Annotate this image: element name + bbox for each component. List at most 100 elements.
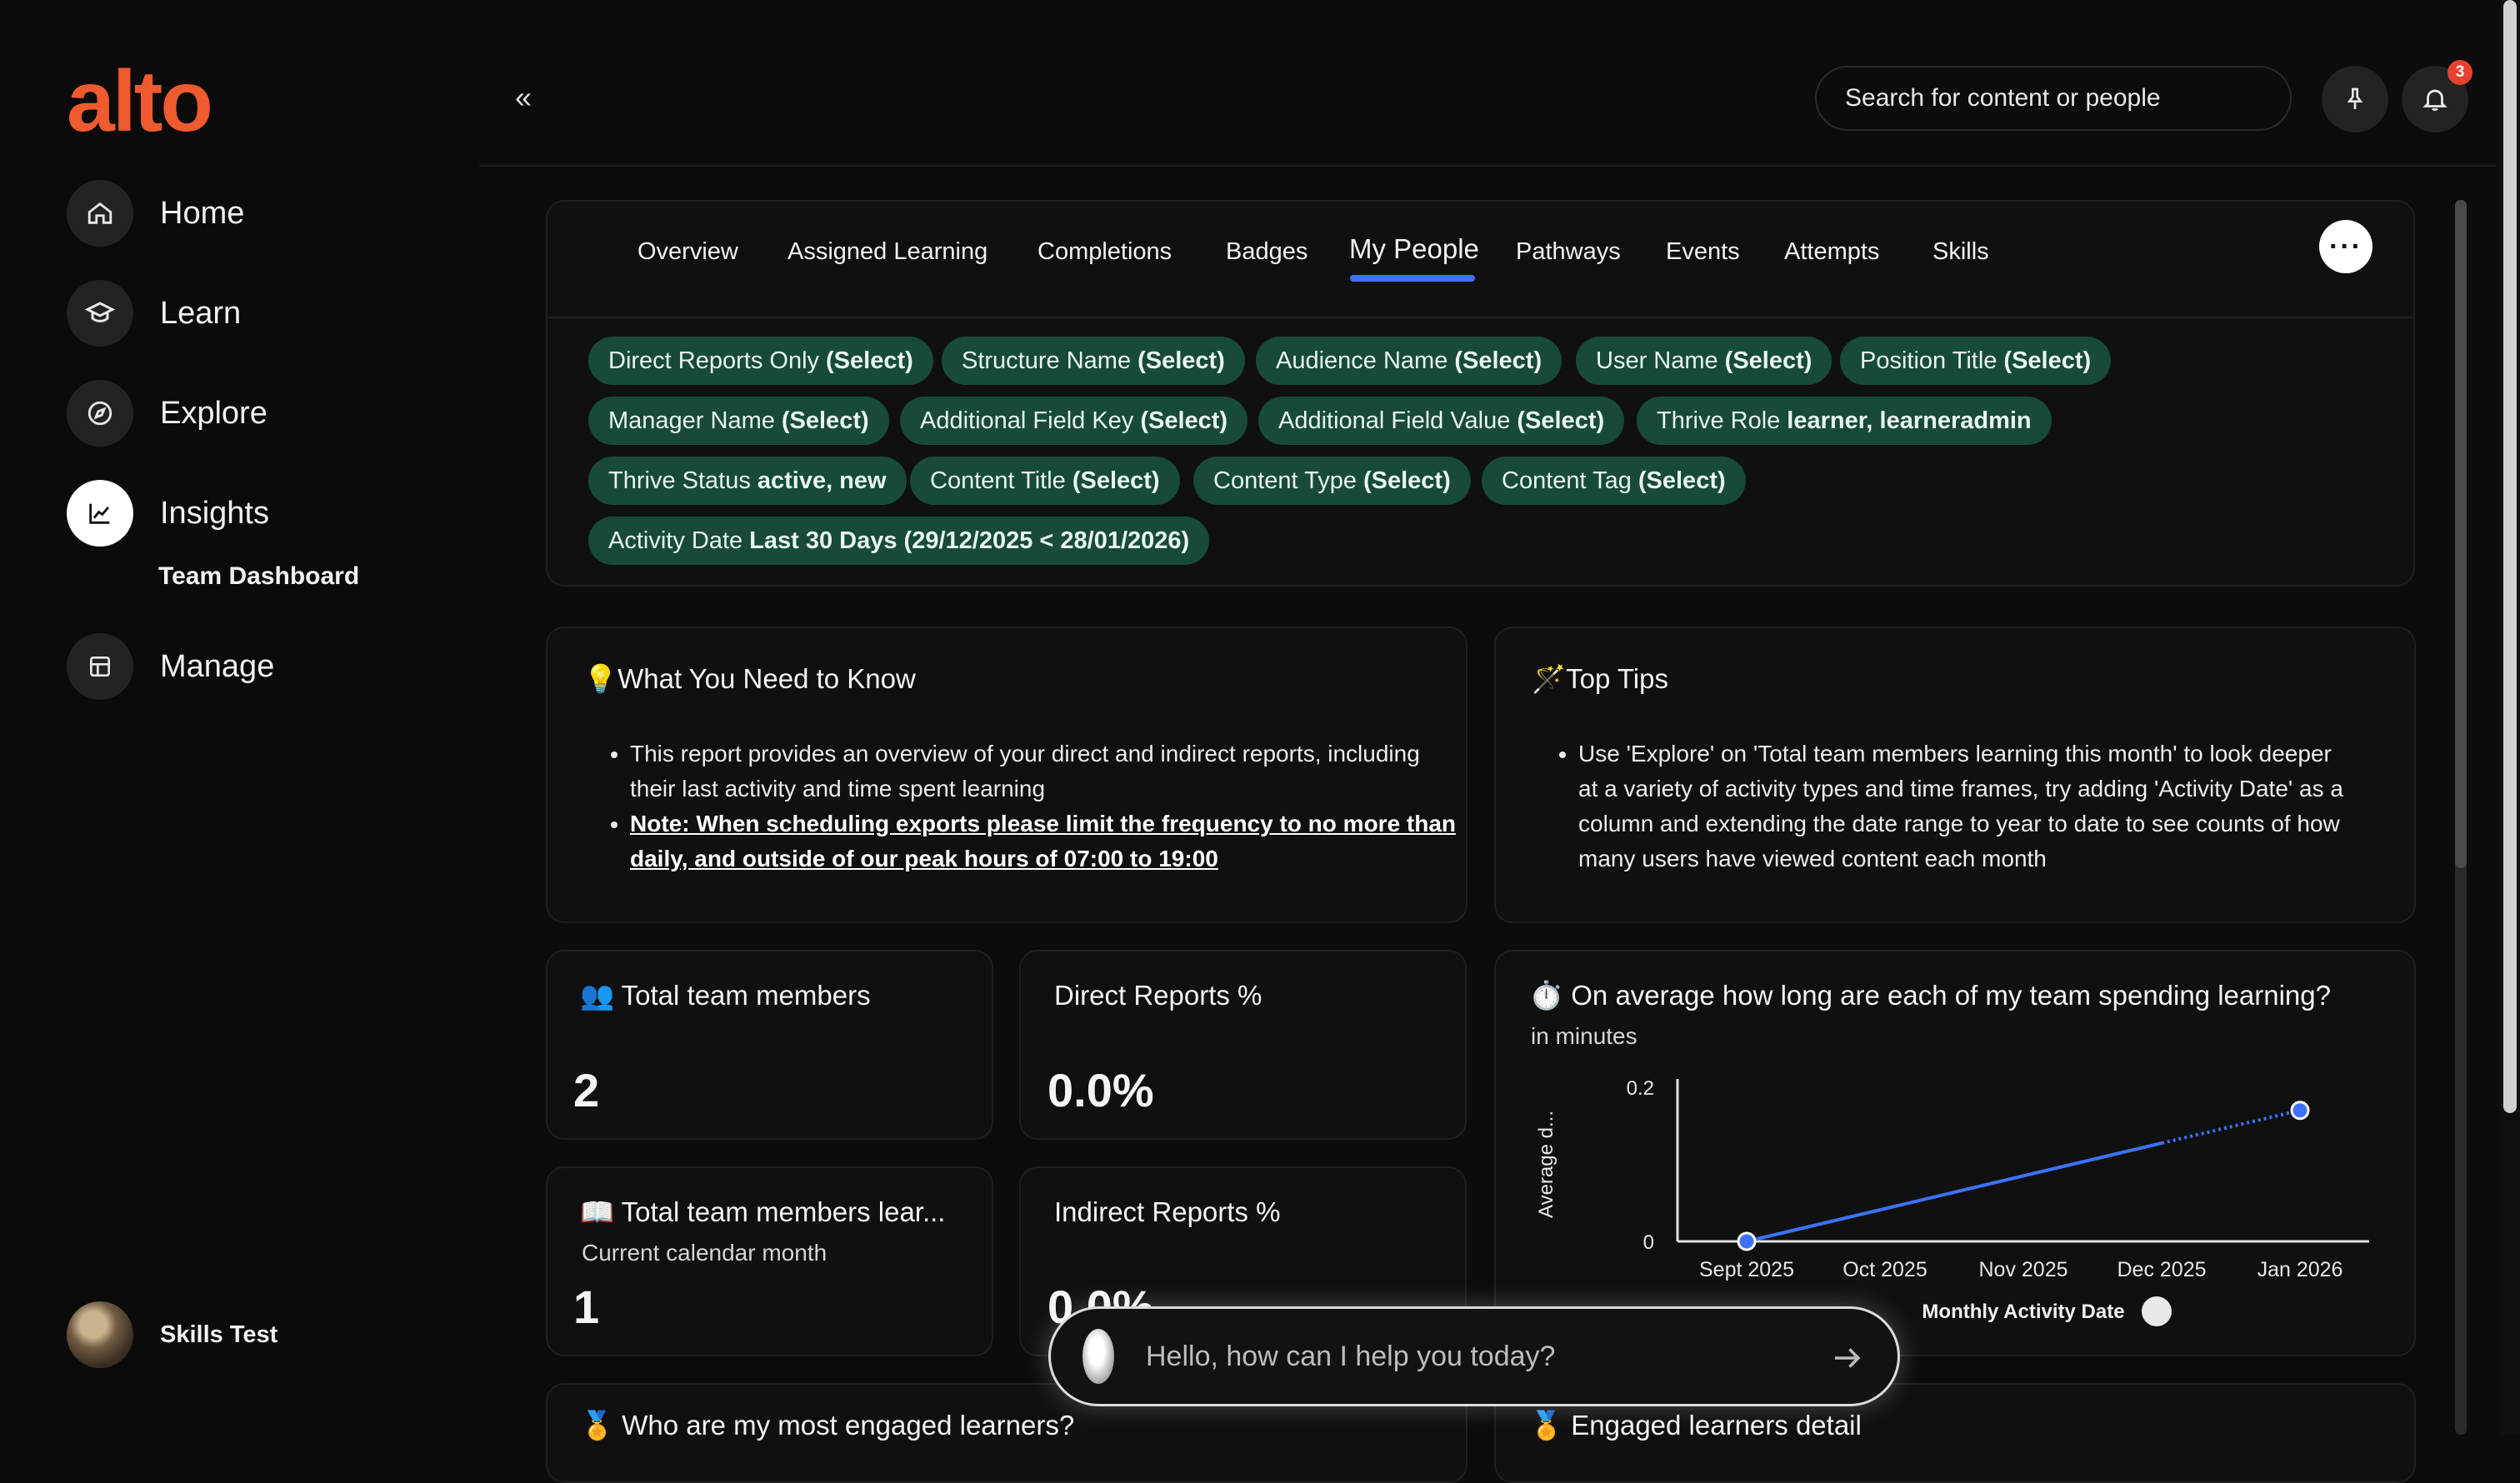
sidebar-item-label: Insights	[160, 495, 269, 531]
filter-value: (Select)	[1724, 347, 1812, 374]
filter-chip[interactable]: User Name (Select)	[1576, 337, 1832, 385]
tab-assigned-learning[interactable]: Assigned Learning	[788, 238, 988, 266]
filter-value: active, new	[757, 467, 887, 494]
card-title: Direct Reports %	[1054, 980, 1262, 1011]
app-logo[interactable]: alto	[67, 52, 213, 152]
filter-chip[interactable]: Structure Name (Select)	[942, 337, 1245, 385]
filter-name: Content Type	[1213, 467, 1357, 494]
list-item: Use 'Explore' on 'Total team members lea…	[1578, 737, 2353, 876]
x-tick-label: Dec 2025	[2117, 1258, 2206, 1281]
tab-my-people[interactable]: My People	[1349, 233, 1479, 265]
chat-placeholder: Hello, how can I help you today?	[1146, 1340, 1556, 1372]
filter-name: Additional Field Key	[920, 407, 1134, 434]
sidebar-item-learn[interactable]: Learn	[67, 280, 241, 347]
kpi-value: 0.0%	[1048, 1064, 1154, 1116]
assistant-chat-input[interactable]: Hello, how can I help you today?	[1048, 1306, 1900, 1406]
tab-skills[interactable]: Skills	[1932, 238, 1989, 266]
filter-chip[interactable]: Content Type (Select)	[1193, 457, 1471, 505]
filter-chip[interactable]: Thrive Role learner, learneradmin	[1637, 397, 2052, 445]
sidebar-item-insights[interactable]: Insights	[67, 480, 269, 547]
filter-chip[interactable]: Position Title (Select)	[1840, 337, 2112, 385]
x-tick-label: Sept 2025	[1699, 1258, 1794, 1281]
sort-axis-icon	[2142, 1296, 2172, 1326]
content-scrollbar-thumb[interactable]	[2455, 200, 2467, 868]
filter-name: Structure Name	[962, 347, 1132, 374]
x-tick-label: Nov 2025	[1978, 1258, 2068, 1281]
tab-overview[interactable]: Overview	[638, 238, 738, 266]
sidebar-item-explore[interactable]: Explore	[67, 380, 268, 447]
filter-chip[interactable]: Activity Date Last 30 Days (29/12/2025 < …	[588, 517, 1210, 565]
export-note-link[interactable]: Note: When scheduling exports please lim…	[630, 811, 1456, 871]
filter-chip[interactable]: Thrive Status active, new	[588, 457, 907, 505]
filter-value: (Select)	[1517, 407, 1605, 434]
filter-name: Content Tag	[1502, 467, 1632, 494]
window-scrollbar-thumb[interactable]	[2503, 0, 2517, 1113]
know-list: This report provides an overview of your…	[595, 737, 1463, 876]
bell-icon	[2422, 89, 2448, 111]
card-title: 👥 Total team members	[580, 980, 871, 1011]
card-title: 📖 Total team members lear...	[580, 1196, 946, 1227]
filter-name: Audience Name	[1276, 347, 1448, 374]
y-axis-title: Average d...	[1535, 1111, 1558, 1218]
filter-chip[interactable]: Additional Field Value (Select)	[1258, 397, 1625, 445]
filter-value: (Select)	[2003, 347, 2092, 374]
collapse-sidebar-icon[interactable]: «	[515, 80, 532, 115]
card-title: 🪄Top Tips	[1532, 663, 1668, 694]
sidebar-item-label: Manage	[160, 648, 275, 684]
filter-name: Position Title	[1860, 347, 1998, 374]
filter-chip[interactable]: Direct Reports Only (Select)	[588, 337, 933, 385]
sidebar-subitem-team-dashboard[interactable]: Team Dashboard	[158, 562, 359, 591]
y-tick-label: 0.2	[1627, 1077, 1654, 1100]
sidebar-item-label: Learn	[160, 295, 242, 331]
filter-name: User Name	[1596, 347, 1718, 374]
grid-icon	[67, 633, 133, 700]
sidebar-item-label: Home	[160, 195, 245, 231]
filter-chip[interactable]: Audience Name (Select)	[1256, 337, 1562, 385]
send-arrow-icon[interactable]	[1829, 1341, 1864, 1376]
sidebar-item-label: Explore	[160, 395, 268, 431]
sidebar-item-home[interactable]: Home	[67, 180, 244, 247]
home-icon	[67, 180, 133, 247]
list-item: This report provides an overview of your…	[630, 737, 1463, 806]
header-divider	[479, 165, 2496, 167]
user-profile[interactable]: Skills Test	[67, 1301, 278, 1368]
kpi-card-total-members[interactable]	[546, 950, 993, 1140]
time-spent-line-chart: 0 0.2 Sept 2025 Oct 2025 Nov 2025 Dec 2025 Jan…	[1535, 1077, 2369, 1326]
tab-badges[interactable]: Badges	[1226, 238, 1308, 266]
filter-chip[interactable]: Manager Name (Select)	[588, 397, 889, 445]
tab-attempts[interactable]: Attempts	[1784, 238, 1879, 266]
filter-chip[interactable]: Content Title (Select)	[910, 457, 1180, 505]
tab-pathways[interactable]: Pathways	[1516, 238, 1621, 266]
avatar	[67, 1301, 133, 1368]
filter-chip[interactable]: Additional Field Key (Select)	[900, 397, 1248, 445]
user-name: Skills Test	[160, 1321, 278, 1348]
series-line-solid	[1746, 1141, 2162, 1243]
list-item[interactable]: Note: When scheduling exports please lim…	[630, 806, 1463, 876]
card-title: 🏅 Engaged learners detail	[1529, 1410, 1862, 1441]
sidebar-item-manage[interactable]: Manage	[67, 633, 274, 700]
filter-name: Additional Field Value	[1278, 407, 1511, 434]
more-options-button[interactable]: ···	[2319, 220, 2372, 273]
filter-value: (Select)	[826, 347, 913, 374]
filter-value: Last 30 Days (29/12/2025 < 28/01/2026)	[749, 527, 1190, 554]
filter-name: Thrive Status	[608, 467, 751, 494]
filter-value: (Select)	[781, 407, 869, 434]
card-title: Indirect Reports %	[1054, 1196, 1281, 1227]
search-input[interactable]: Search for content or people	[1815, 66, 2292, 131]
card-title: 💡What You Need to Know	[583, 663, 916, 694]
tab-events[interactable]: Events	[1666, 238, 1740, 266]
filter-name: Manager Name	[608, 407, 775, 434]
data-point	[2290, 1101, 2310, 1121]
tab-completions[interactable]: Completions	[1038, 238, 1172, 266]
kpi-value: 2	[573, 1064, 600, 1116]
tips-list-container: Use 'Explore' on 'Total team members lea…	[1543, 737, 2377, 893]
card-title: 🏅 Who are my most engaged learners?	[580, 1410, 1075, 1441]
pin-button[interactable]	[2322, 66, 2388, 132]
x-axis-title: Monthly Activity Date	[1922, 1301, 2124, 1323]
x-tick-label: Jan 2026	[2258, 1258, 2343, 1281]
filter-name: Activity Date	[608, 527, 743, 554]
filter-chip[interactable]: Content Tag (Select)	[1482, 457, 1746, 505]
active-tab-indicator	[1350, 275, 1475, 282]
x-tick-label: Oct 2025	[1842, 1258, 1927, 1281]
filter-value: learner, learneradmin	[1787, 407, 2032, 434]
